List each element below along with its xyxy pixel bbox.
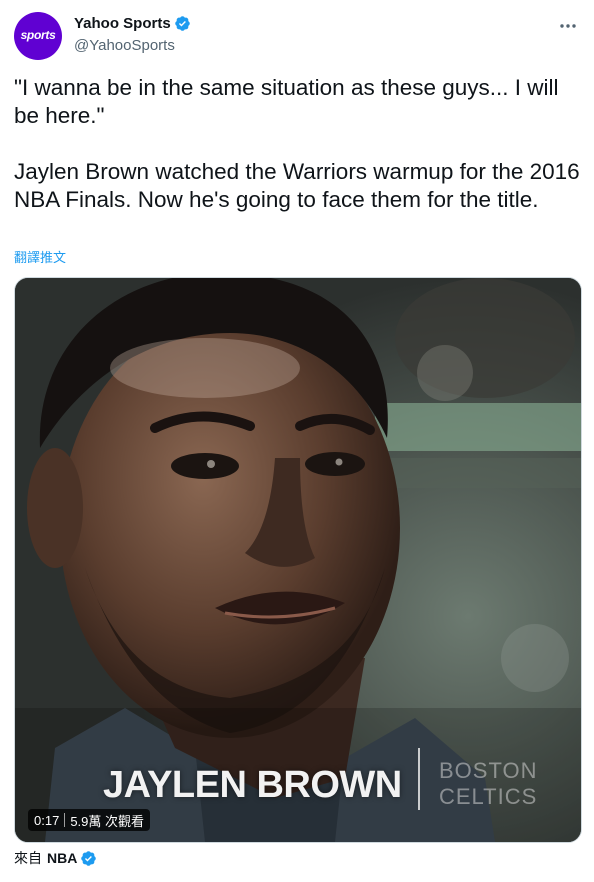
verified-badge-icon <box>174 16 190 31</box>
translate-tweet-link[interactable]: 翻譯推文 <box>14 247 66 266</box>
display-name[interactable]: Yahoo Sports <box>74 15 171 32</box>
more-dots-icon <box>560 24 576 28</box>
avatar-logo-text: sports <box>20 28 56 42</box>
author-handle[interactable]: @YahooSports <box>74 37 175 54</box>
tweet-paragraph: Jaylen Brown watched the Warriors warmup… <box>14 159 580 212</box>
tweet-paragraph: "I wanna be in the same situation as the… <box>14 75 559 128</box>
media-source: 來自 NBA <box>14 848 97 868</box>
source-account-link[interactable]: NBA <box>47 850 77 866</box>
badge-separator <box>64 813 66 827</box>
video-view-count: 5.9萬 次觀看 <box>70 813 144 829</box>
source-prefix: 來自 <box>14 850 42 866</box>
caption-divider <box>418 748 420 810</box>
more-options-button[interactable] <box>556 14 580 38</box>
video-caption-team: BOSTON CELTICS <box>439 758 538 809</box>
video-stats-badge: 0:17 5.9萬 次觀看 <box>28 809 150 831</box>
tweet-text: "I wanna be in the same situation as the… <box>14 74 580 214</box>
video-player[interactable]: JAYLEN BROWN BOSTON CELTICS 0:17 5.9萬 次觀… <box>14 277 582 843</box>
video-caption-name: JAYLEN BROWN <box>103 764 402 806</box>
avatar[interactable]: sports <box>14 12 62 60</box>
author-name-row: Yahoo Sports <box>74 15 191 32</box>
verified-badge-icon <box>81 850 97 866</box>
video-duration: 0:17 <box>34 812 60 828</box>
